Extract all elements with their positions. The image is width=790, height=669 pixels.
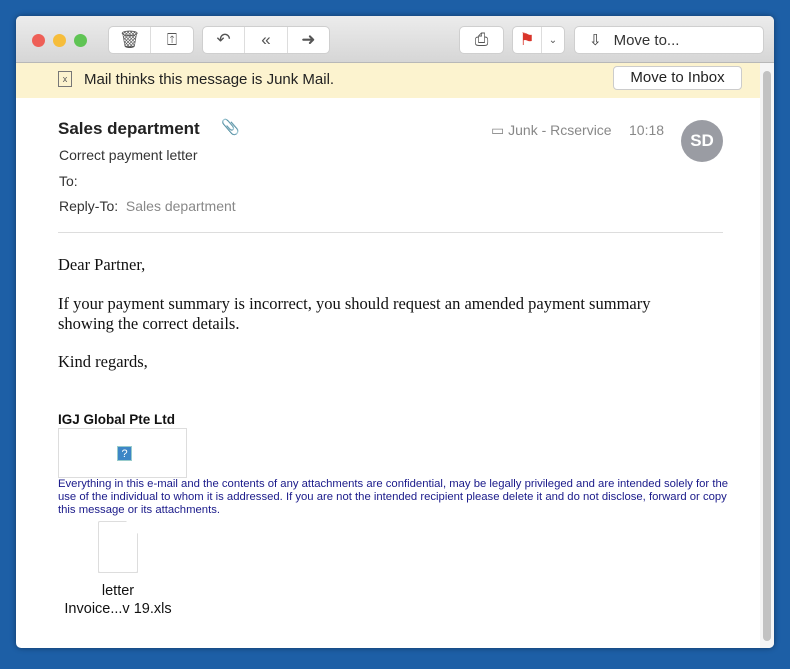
flag-icon[interactable]: ⚑	[513, 27, 542, 53]
sender-name[interactable]: Sales department	[58, 119, 200, 139]
print-icon[interactable]: ⎙	[460, 27, 503, 53]
trash-icon[interactable]: 🗑	[109, 27, 152, 53]
to-label: To:	[59, 173, 78, 189]
move-to-button[interactable]: ⇩ Move to...	[574, 26, 764, 54]
move-to-label: Move to...	[613, 31, 680, 49]
signature-image: ?	[58, 428, 187, 478]
junk-icon: x	[58, 71, 72, 87]
time: 10:18	[629, 122, 665, 138]
junk-message: Mail thinks this message is Junk Mail.	[84, 71, 335, 88]
reply-all-icon[interactable]: «	[245, 27, 288, 53]
scrollbar[interactable]	[760, 63, 774, 648]
mail-window: 🗑 ⍐ ↶ « ➜ ⎙ ⚑ ⌄ ⇩ Move to... x Mail thin…	[16, 16, 774, 648]
reply-icon[interactable]: ↶	[203, 27, 246, 53]
move-to-icon: ⇩	[589, 32, 602, 49]
company-name: IGJ Global Pte Ltd	[58, 412, 176, 427]
scroll-thumb[interactable]	[763, 71, 771, 641]
file-icon[interactable]	[98, 521, 138, 573]
attachment-name-line1: letter	[101, 583, 135, 599]
move-to-inbox-button[interactable]: Move to Inbox	[613, 66, 742, 90]
chevron-down-icon[interactable]: ⌄	[542, 27, 564, 53]
body-paragraph: If your payment summary is incorrect, yo…	[58, 294, 651, 333]
reply-to-label: Reply-To:	[59, 198, 119, 214]
archive-icon[interactable]: ⍐	[151, 27, 193, 53]
closing: Kind regards,	[58, 352, 148, 371]
forward-icon[interactable]: ➜	[288, 27, 329, 53]
minimize-button[interactable]	[53, 34, 66, 47]
greeting: Dear Partner,	[58, 255, 146, 274]
mailbox-name: Junk - Rcservice	[508, 122, 612, 138]
attachment[interactable]: letter Invoice...v 19.xls	[46, 582, 190, 618]
subject: Correct payment letter	[59, 147, 198, 163]
toolbar: 🗑 ⍐ ↶ « ➜ ⎙ ⚑ ⌄ ⇩ Move to...	[16, 16, 774, 63]
attachment-name-line2: Invoice...v 19.xls	[64, 601, 172, 617]
disclaimer: Everything in this e-mail and the conten…	[58, 478, 729, 516]
attachment-icon: 📎	[221, 119, 240, 136]
divider	[58, 232, 723, 233]
missing-image-icon: ?	[117, 446, 132, 461]
zoom-button[interactable]	[74, 34, 87, 47]
mailbox-label: ▭ Junk - Rcservice	[491, 122, 612, 139]
junk-banner: x Mail thinks this message is Junk Mail.…	[16, 63, 760, 98]
close-button[interactable]	[32, 34, 45, 47]
reply-to-value[interactable]: Sales department	[126, 198, 236, 214]
folder-icon: ▭	[491, 122, 509, 138]
avatar: SD	[681, 120, 723, 162]
